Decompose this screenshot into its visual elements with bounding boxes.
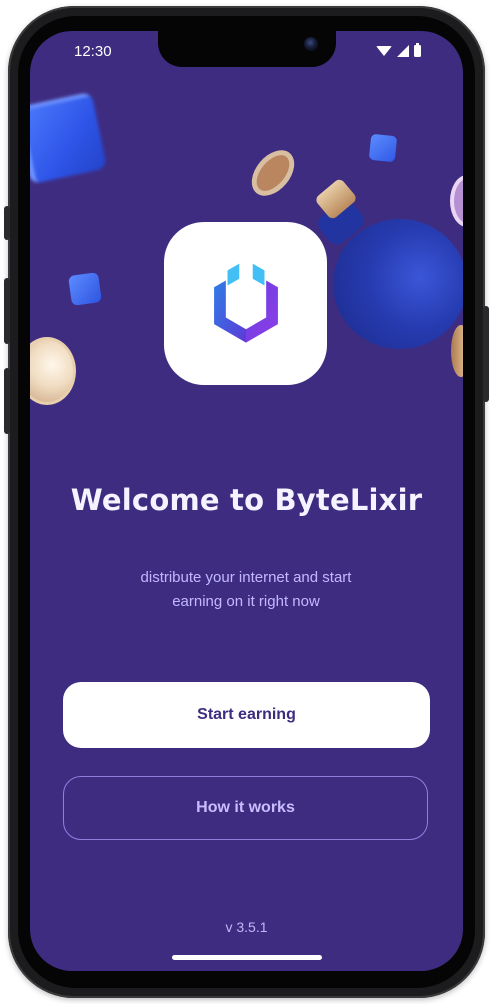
coin-decoration — [451, 325, 463, 377]
status-time: 12:30 — [74, 43, 112, 60]
app-version: v 3.5.1 — [225, 919, 268, 935]
notch — [158, 31, 336, 67]
cube-decoration — [30, 91, 108, 185]
wifi-icon — [376, 46, 392, 56]
app-screen: 12:30 Welcome to ByteLixir distribute yo… — [30, 31, 463, 971]
battery-icon — [414, 43, 421, 57]
coin-decoration — [30, 337, 76, 405]
coin-decoration — [450, 175, 463, 227]
home-indicator[interactable] — [172, 955, 322, 960]
cube-decoration — [368, 133, 398, 163]
subtitle: distribute your internet and start earni… — [96, 566, 396, 614]
flask-decoration — [333, 219, 463, 349]
front-camera — [304, 37, 318, 51]
start-earning-button[interactable]: Start earning — [63, 682, 430, 748]
action-button — [4, 206, 10, 240]
subtitle-line: distribute your internet and start — [140, 569, 352, 586]
app-logo — [164, 222, 327, 385]
volume-up-button — [4, 278, 10, 344]
signal-icon — [397, 45, 409, 57]
subtitle-line: earning on it right now — [172, 593, 320, 610]
cube-decoration — [68, 272, 102, 306]
status-icons — [376, 43, 421, 57]
power-button — [483, 306, 489, 402]
welcome-title: Welcome to ByteLixir — [70, 483, 423, 517]
bytelixir-logo-icon — [213, 263, 278, 343]
how-it-works-button[interactable]: How it works — [63, 776, 428, 840]
volume-down-button — [4, 368, 10, 434]
coin-decoration — [243, 142, 303, 204]
